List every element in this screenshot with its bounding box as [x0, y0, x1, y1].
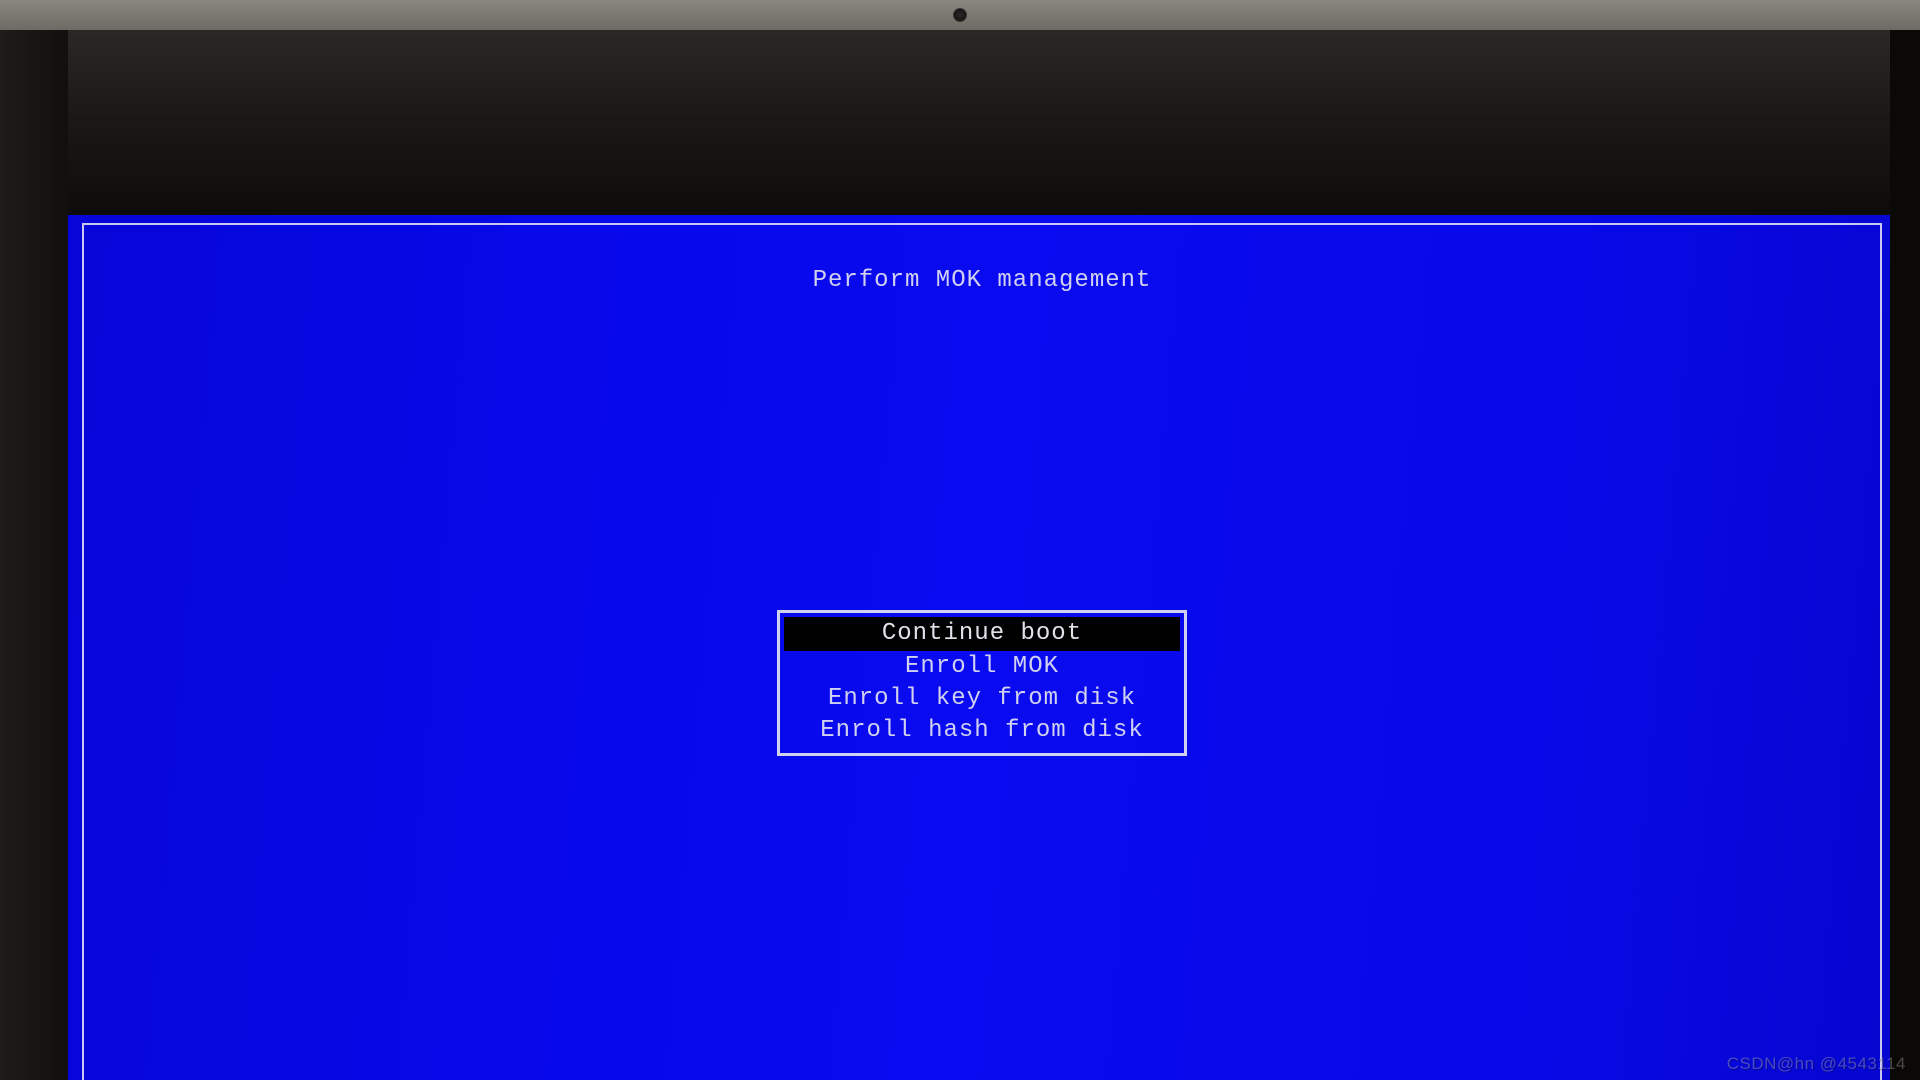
screen-edge-left: [0, 30, 68, 1080]
screen-top-gap: [68, 30, 1890, 215]
menu-item-continue-boot[interactable]: Continue boot: [784, 617, 1180, 651]
watermark-text: CSDN@hn @4543114: [1727, 1054, 1906, 1074]
menu-item-enroll-hash-from-disk[interactable]: Enroll hash from disk: [786, 715, 1178, 747]
menu-item-enroll-mok[interactable]: Enroll MOK: [786, 651, 1178, 683]
bios-screen: Perform MOK management Continue boot Enr…: [68, 215, 1890, 1080]
webcam-icon: [953, 8, 967, 22]
page-title: Perform MOK management: [813, 267, 1152, 294]
screen-edge-right: [1890, 30, 1920, 1080]
mok-menu: Continue boot Enroll MOK Enroll key from…: [777, 610, 1187, 756]
menu-item-enroll-key-from-disk[interactable]: Enroll key from disk: [786, 683, 1178, 715]
bios-frame-border: Perform MOK management Continue boot Enr…: [82, 223, 1882, 1080]
